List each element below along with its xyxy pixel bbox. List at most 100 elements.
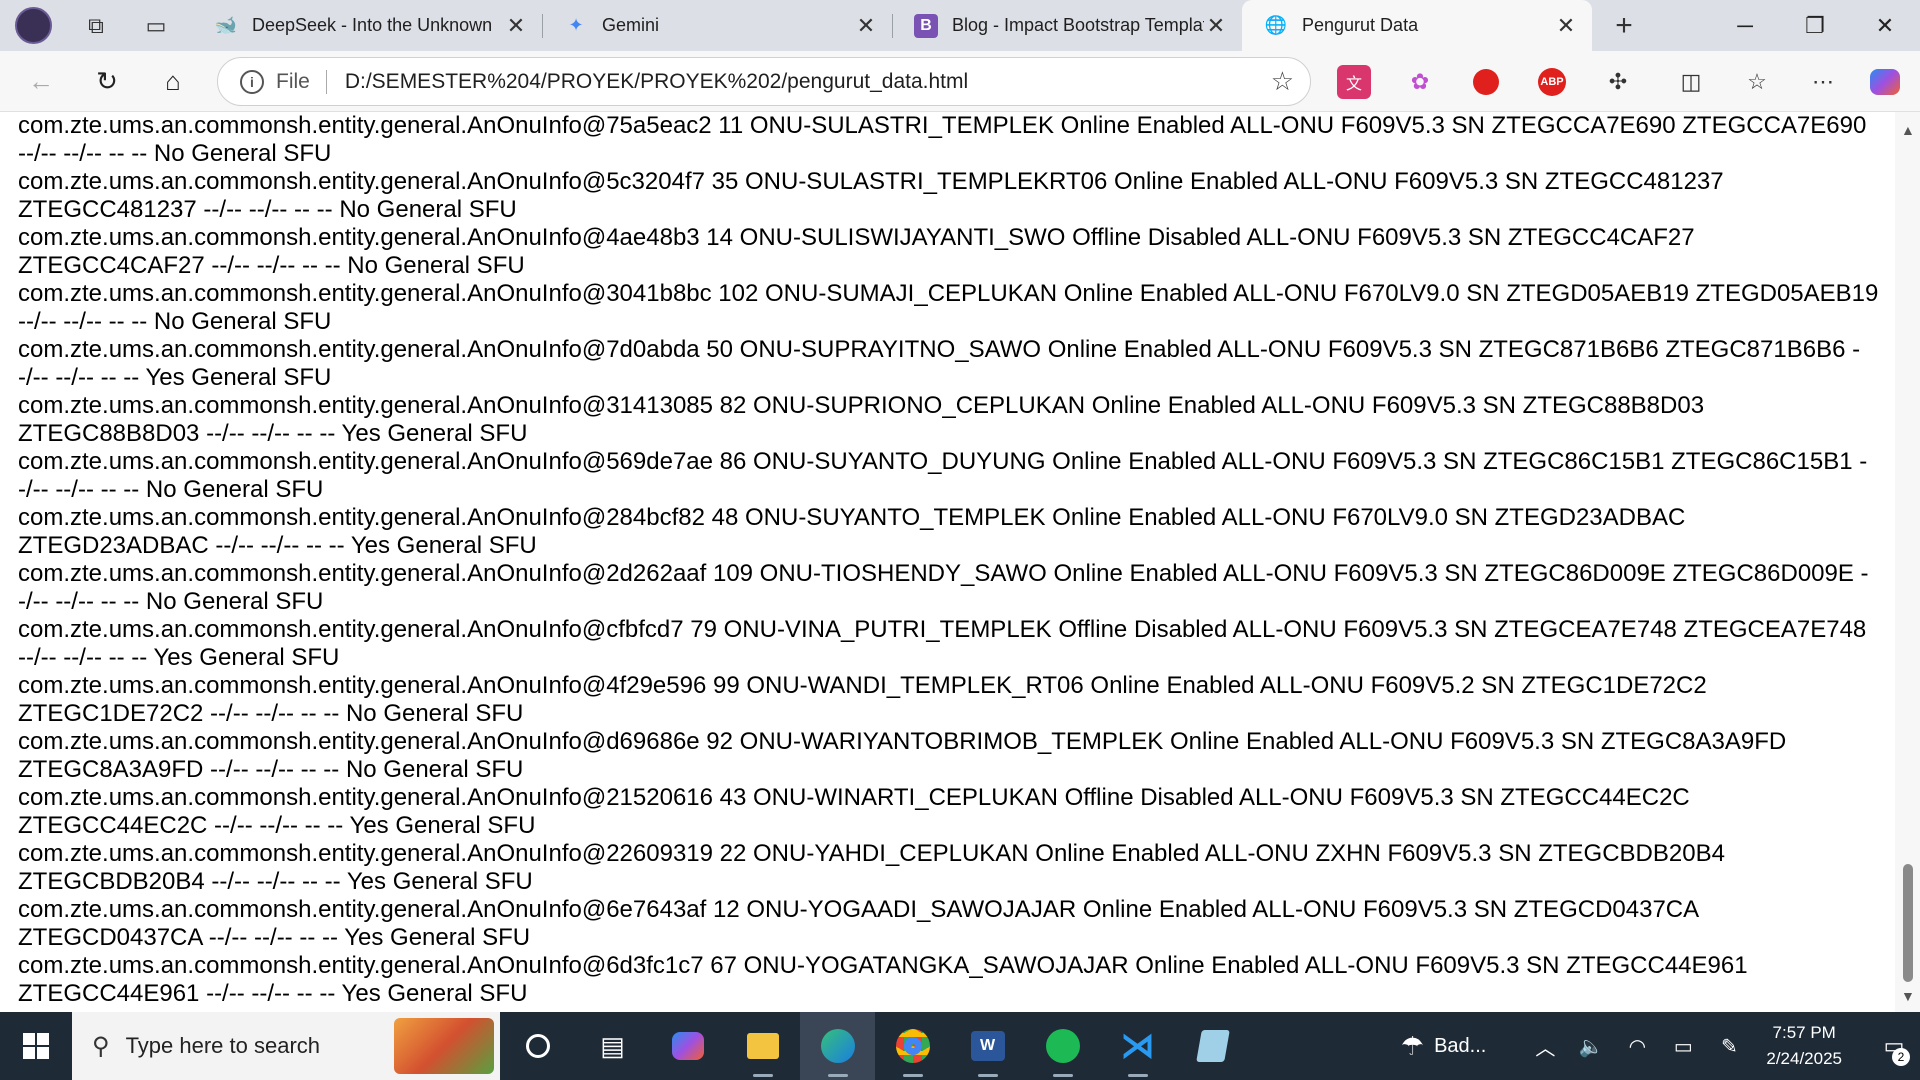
output-line: com.zte.ums.an.commonsh.entity.general.A…: [18, 280, 1879, 307]
tab-title: Blog - Impact Bootstrap Template: [952, 15, 1204, 35]
spotify-icon[interactable]: [1025, 1012, 1100, 1080]
close-tab-icon[interactable]: ✕: [1204, 13, 1228, 39]
close-tab-icon[interactable]: ✕: [1554, 13, 1578, 39]
start-button[interactable]: [0, 1012, 72, 1080]
favorites-icon[interactable]: ☆: [1740, 65, 1774, 99]
abp-extension-icon[interactable]: ABP: [1535, 65, 1569, 99]
output-line: com.zte.ums.an.commonsh.entity.general.A…: [18, 560, 1869, 587]
globe-icon: 🌐: [1264, 15, 1288, 35]
refresh-icon[interactable]: ↻: [74, 51, 140, 112]
file-explorer-icon[interactable]: [725, 1012, 800, 1080]
clock-date: 2/24/2025: [1766, 1049, 1842, 1068]
output-line: com.zte.ums.an.commonsh.entity.general.A…: [18, 784, 1690, 811]
output-line: -/-- --/-- -- -- No General SFU: [18, 588, 324, 615]
adblock-extension-icon[interactable]: [1469, 65, 1503, 99]
profile-button[interactable]: [0, 0, 66, 51]
output-line: --/-- --/-- -- -- No General SFU: [18, 308, 332, 335]
tab-pengurut-data[interactable]: 🌐 Pengurut Data ✕: [1242, 0, 1592, 51]
wifi-icon[interactable]: ◠: [1614, 1034, 1660, 1059]
output-line: ZTEGCC481237 --/-- --/-- -- -- No Genera…: [18, 196, 517, 223]
output-line: ZTEGCBDB20B4 --/-- --/-- -- -- Yes Gener…: [18, 868, 533, 895]
more-icon[interactable]: ⋯: [1806, 65, 1840, 99]
volume-icon[interactable]: 🔈: [1568, 1034, 1614, 1059]
output-line: com.zte.ums.an.commonsh.entity.general.A…: [18, 952, 1748, 979]
scroll-down-icon[interactable]: ▼: [1901, 988, 1915, 1004]
tab-strip: ⧉ ▭ 🐋 DeepSeek - Into the Unknown ✕ ✦ Ge…: [0, 0, 1920, 51]
output-line: ZTEGC88B8D03 --/-- --/-- -- -- Yes Gener…: [18, 420, 528, 447]
deepseek-whale-icon: 🐋: [214, 15, 238, 35]
close-tab-icon[interactable]: ✕: [854, 13, 878, 39]
clock-time: 7:57 PM: [1772, 1023, 1836, 1042]
bootstrap-icon: B: [914, 13, 938, 38]
output-line: --/-- --/-- -- -- No General SFU: [18, 140, 332, 167]
info-icon[interactable]: i: [240, 69, 264, 94]
home-icon[interactable]: ⌂: [140, 51, 206, 112]
scrollbar-thumb[interactable]: [1903, 864, 1913, 982]
split-screen-icon[interactable]: ◫: [1674, 65, 1708, 99]
copilot-icon[interactable]: [1868, 65, 1902, 99]
tab-actions-icon[interactable]: ▭: [126, 0, 186, 51]
puzzle-extensions-icon[interactable]: ✣: [1601, 65, 1635, 99]
scroll-up-icon[interactable]: ▲: [1901, 122, 1915, 138]
output-line: com.zte.ums.an.commonsh.entity.general.A…: [18, 616, 1867, 643]
tab-title: Pengurut Data: [1302, 15, 1419, 35]
output-line: com.zte.ums.an.commonsh.entity.general.A…: [18, 840, 1725, 867]
rain-umbrella-icon: ☂: [1400, 1030, 1425, 1061]
vscode-icon[interactable]: ⋊: [1100, 1012, 1175, 1080]
taskbar: ⚲ Type here to search ▤ W ⋊ ☂ Bad... ︿ 🔈…: [0, 1012, 1920, 1080]
minimize-icon[interactable]: ─: [1710, 0, 1780, 51]
tab-deepseek[interactable]: 🐋 DeepSeek - Into the Unknown ✕: [192, 0, 542, 51]
protocol-label: File: [276, 69, 327, 94]
restore-icon[interactable]: ❐: [1780, 0, 1850, 51]
gemini-sparkle-icon: ✦: [568, 15, 584, 35]
page-content: com.zte.ums.an.commonsh.entity.general.A…: [0, 112, 1895, 1012]
output-line: ZTEGCC44EC2C --/-- --/-- -- -- Yes Gener…: [18, 812, 536, 839]
search-placeholder: Type here to search: [125, 1033, 321, 1058]
tab-blog-impact[interactable]: B Blog - Impact Bootstrap Template ✕: [892, 0, 1242, 51]
url-text[interactable]: D:/SEMESTER%204/PROYEK/PROYEK%202/pengur…: [345, 70, 1271, 94]
close-tab-icon[interactable]: ✕: [504, 13, 528, 39]
output-line: ZTEGCC4CAF27 --/-- --/-- -- -- No Genera…: [18, 252, 525, 279]
edge-icon[interactable]: [800, 1012, 875, 1080]
chevron-up-icon[interactable]: ︿: [1522, 1032, 1568, 1061]
clock[interactable]: 7:57 PM 2/24/2025: [1766, 1020, 1842, 1072]
output-line: ZTEGCD0437CA --/-- --/-- -- -- Yes Gener…: [18, 924, 531, 951]
task-view-icon[interactable]: ▤: [575, 1012, 650, 1080]
avatar: [14, 7, 52, 44]
color-extension-icon[interactable]: ✿: [1403, 65, 1437, 99]
pen-icon[interactable]: ✎: [1706, 1034, 1752, 1059]
notepad-icon[interactable]: [1175, 1012, 1250, 1080]
workspaces-icon[interactable]: ⧉: [66, 0, 126, 51]
output-line: ZTEGCC44E961 --/-- --/-- -- -- Yes Gener…: [18, 980, 528, 1007]
cortana-circle-icon[interactable]: [500, 1012, 575, 1080]
taskbar-search-box[interactable]: ⚲ Type here to search: [72, 1012, 500, 1080]
back-arrow-icon[interactable]: ←: [8, 51, 74, 112]
output-line: -/-- --/-- -- -- No General SFU: [18, 476, 324, 503]
output-line: com.zte.ums.an.commonsh.entity.general.A…: [18, 336, 1861, 363]
new-tab-button[interactable]: +: [1592, 0, 1656, 51]
chrome-icon[interactable]: [875, 1012, 950, 1080]
battery-icon[interactable]: ▭: [1660, 1034, 1706, 1059]
output-line: --/-- --/-- -- -- Yes General SFU: [18, 644, 340, 671]
close-window-icon[interactable]: ✕: [1850, 0, 1920, 51]
windows-logo-icon: [23, 1033, 49, 1059]
favorite-star-icon[interactable]: ☆: [1271, 66, 1294, 97]
output-line: com.zte.ums.an.commonsh.entity.general.A…: [18, 392, 1705, 419]
output-line: -/-- --/-- -- -- Yes General SFU: [18, 364, 332, 391]
word-icon[interactable]: W: [950, 1012, 1025, 1080]
output-line: com.zte.ums.an.commonsh.entity.general.A…: [18, 224, 1695, 251]
output-line: com.zte.ums.an.commonsh.entity.general.A…: [18, 672, 1707, 699]
tab-gemini[interactable]: ✦ Gemini ✕: [542, 0, 892, 51]
output-line: com.zte.ums.an.commonsh.entity.general.A…: [18, 504, 1686, 531]
vertical-scrollbar[interactable]: ▲ ▼: [1895, 112, 1920, 1012]
tab-title: Gemini: [602, 15, 660, 35]
weather-widget[interactable]: ☂ Bad...: [1401, 1031, 1487, 1062]
notification-center-icon[interactable]: ▭ 2: [1868, 1012, 1920, 1080]
translate-extension-icon[interactable]: 文: [1337, 65, 1371, 99]
search-icon: ⚲: [92, 1032, 110, 1060]
address-bar[interactable]: i File D:/SEMESTER%204/PROYEK/PROYEK%202…: [217, 57, 1311, 106]
weather-text: Bad...: [1434, 1034, 1487, 1057]
notification-badge: 2: [1892, 1048, 1910, 1066]
copilot-app-icon[interactable]: [650, 1012, 725, 1080]
output-line: com.zte.ums.an.commonsh.entity.general.A…: [18, 168, 1724, 195]
